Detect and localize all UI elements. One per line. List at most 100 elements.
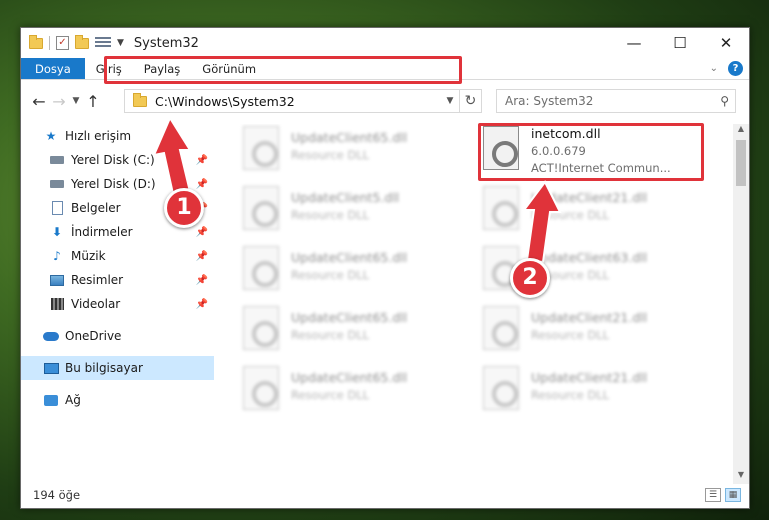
file-type: Resource DLL (291, 148, 370, 162)
file-name: UpdateClient65.dll (291, 250, 408, 265)
star-icon: ★ (45, 129, 57, 143)
sidebar-item-label: Bu bilgisayar (65, 361, 143, 375)
file-name: UpdateClient5.dll (291, 190, 400, 205)
file-version: 6.0.0.679 (531, 144, 586, 158)
sidebar-item-pictures[interactable]: Resimler 📌 (21, 268, 214, 292)
file-name: UpdateClient65.dll (291, 370, 408, 385)
new-folder-icon[interactable] (75, 34, 89, 49)
sidebar-item-label: Ağ (65, 393, 81, 407)
file-item[interactable]: UpdateClient65.dll Resource DLL (243, 306, 463, 360)
search-icon[interactable]: ⚲ (720, 94, 729, 108)
file-item[interactable]: UpdateClient21.dll Resource DLL (483, 366, 703, 420)
pin-icon[interactable]: 📌 (196, 275, 208, 286)
dll-file-icon (483, 366, 519, 410)
step-1-badge: 1 (164, 188, 204, 228)
refresh-icon[interactable]: ↻ (459, 90, 481, 112)
tab-gorunum[interactable]: Görünüm (191, 58, 267, 79)
address-dropdown-icon[interactable]: ▼ (441, 96, 459, 106)
expand-ribbon-chevron-icon[interactable]: ⌄ (710, 63, 718, 74)
address-bar[interactable]: C:\Windows\System32 ▼ ↻ (124, 89, 482, 113)
file-description: ACT!Internet Commun... (531, 161, 671, 175)
sidebar-item-label: İndirmeler (71, 225, 133, 239)
pin-icon[interactable]: 📌 (196, 299, 208, 310)
network-icon (43, 393, 59, 407)
dll-file-icon (243, 186, 279, 230)
file-name: UpdateClient65.dll (291, 130, 408, 145)
quick-access-toolbar: ✓ ▼ (29, 34, 124, 50)
up-arrow-icon[interactable]: ↑ (83, 92, 103, 111)
file-type: Resource DLL (531, 388, 610, 402)
recent-locations-chevron-icon[interactable]: ▼ (69, 96, 83, 106)
sidebar-item-this-pc[interactable]: Bu bilgisayar (21, 356, 214, 380)
maximize-button[interactable]: ☐ (657, 28, 703, 58)
sidebar-item-label: OneDrive (65, 329, 122, 343)
dll-file-icon (243, 366, 279, 410)
drive-icon (49, 177, 65, 191)
close-button[interactable]: ✕ (703, 28, 749, 58)
dll-file-icon (483, 186, 519, 230)
file-type: Resource DLL (531, 208, 610, 222)
file-type: Resource DLL (291, 388, 370, 402)
properties-check-icon[interactable]: ✓ (56, 36, 69, 50)
pin-icon[interactable]: 📌 (196, 155, 208, 166)
download-icon: ⬇ (51, 225, 63, 239)
dll-file-icon (483, 306, 519, 350)
back-arrow-icon[interactable]: ← (29, 92, 49, 111)
sidebar-item-onedrive[interactable]: OneDrive (21, 324, 214, 348)
sidebar-item-label: Hızlı erişim (65, 129, 132, 143)
video-icon (49, 297, 65, 311)
address-path[interactable]: C:\Windows\System32 (155, 94, 295, 109)
sidebar-item-quick-access[interactable]: ★ Hızlı erişim (21, 124, 214, 148)
file-item[interactable]: UpdateClient21.dll Resource DLL (483, 306, 703, 360)
sidebar-item-disk-c[interactable]: Yerel Disk (C:) 📌 (21, 148, 214, 172)
file-name: UpdateClient21.dll (531, 190, 648, 205)
properties-icon[interactable] (95, 37, 111, 49)
file-item-inetcom[interactable]: inetcom.dll 6.0.0.679 ACT!Internet Commun.… (483, 126, 703, 180)
search-placeholder: Ara: System32 (505, 94, 594, 108)
file-item[interactable]: UpdateClient65.dll Resource DLL (243, 246, 463, 300)
vertical-scrollbar[interactable]: ▲ ▼ (733, 124, 749, 484)
pin-icon[interactable]: 📌 (196, 227, 208, 238)
file-type: Resource DLL (291, 268, 370, 282)
file-item[interactable]: UpdateClient21.dll Resource DLL (483, 186, 703, 240)
file-name: UpdateClient65.dll (291, 310, 408, 325)
pin-icon[interactable]: 📌 (196, 251, 208, 262)
ribbon: Dosya Giriş Paylaş Görünüm ⌄ ? (21, 58, 749, 80)
tab-giris[interactable]: Giriş (85, 58, 133, 79)
file-explorer-window: ✓ ▼ System32 — ☐ ✕ Dosya Giriş Paylaş Gö… (20, 27, 750, 509)
file-item[interactable]: UpdateClient5.dll Resource DLL (243, 186, 463, 240)
tab-dosya[interactable]: Dosya (21, 58, 85, 79)
sidebar-item-label: Belgeler (71, 201, 121, 215)
sidebar-item-videos[interactable]: Videolar 📌 (21, 292, 214, 316)
sidebar-item-music[interactable]: ♪ Müzik 📌 (21, 244, 214, 268)
customize-toolbar-dropdown-icon[interactable]: ▼ (117, 38, 124, 48)
toolbar-separator (49, 36, 50, 50)
sidebar-item-label: Yerel Disk (D:) (71, 177, 156, 191)
sidebar-item-label: Yerel Disk (C:) (71, 153, 155, 167)
file-item[interactable]: UpdateClient65.dll Resource DLL (243, 126, 463, 180)
folder-icon (29, 34, 43, 49)
sidebar-item-label: Resimler (71, 273, 124, 287)
file-name: UpdateClient21.dll (531, 370, 648, 385)
help-icon[interactable]: ? (728, 61, 743, 76)
tiles-view-icon[interactable]: ▦ (725, 488, 741, 502)
pictures-icon (49, 273, 65, 287)
file-list: UpdateClient65.dll Resource DLL inetcom.d… (221, 124, 731, 484)
pin-icon[interactable]: 📌 (196, 179, 208, 190)
computer-icon (43, 361, 59, 375)
scrollbar-thumb[interactable] (736, 140, 746, 186)
scroll-up-arrow-icon[interactable]: ▲ (733, 124, 749, 138)
sidebar-item-network[interactable]: Ağ (21, 388, 214, 412)
status-bar: 194 öğe ☰ ▦ (21, 482, 749, 508)
search-input[interactable]: Ara: System32 ⚲ (496, 89, 736, 113)
dll-file-icon (243, 306, 279, 350)
file-name: inetcom.dll (531, 126, 601, 141)
details-view-icon[interactable]: ☰ (705, 488, 721, 502)
file-item[interactable]: UpdateClient65.dll Resource DLL (243, 366, 463, 420)
navigation-bar: ← → ▼ ↑ C:\Windows\System32 ▼ ↻ Ara: Sys… (21, 80, 749, 122)
forward-arrow-icon[interactable]: → (49, 92, 69, 111)
title-bar: ✓ ▼ System32 — ☐ ✕ (21, 28, 749, 58)
tab-paylas[interactable]: Paylaş (133, 58, 192, 79)
minimize-button[interactable]: — (611, 28, 657, 58)
navigation-pane: ★ Hızlı erişim Yerel Disk (C:) 📌 Yerel D… (21, 124, 214, 484)
